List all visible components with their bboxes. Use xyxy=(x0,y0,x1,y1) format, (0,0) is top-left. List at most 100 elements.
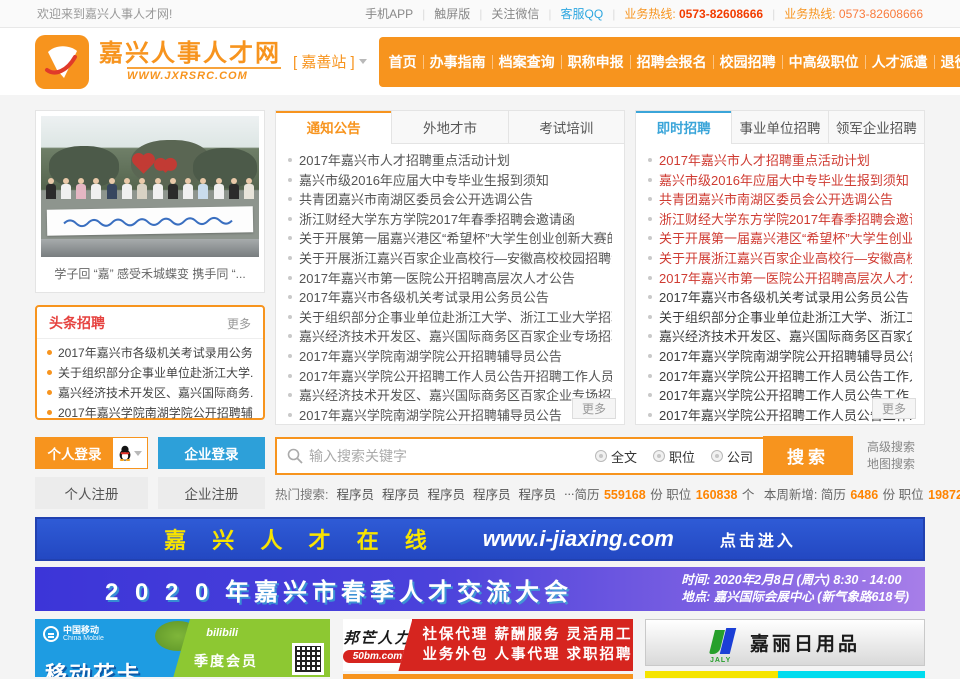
stat-week-resume-count: 6486 xyxy=(850,488,878,502)
personal-login-button[interactable]: 个人登录 xyxy=(36,438,113,468)
china-mobile-name-en: China Mobile xyxy=(63,635,104,642)
notice-panel: 通知公告 外地才市 考试培训 2017年嘉兴市人才招聘重点活动计划 嘉兴市级20… xyxy=(275,110,625,425)
tab-instant-jobs[interactable]: 即时招聘 xyxy=(636,111,731,144)
scope-fulltext[interactable]: 全文 xyxy=(595,447,637,466)
search-input[interactable] xyxy=(309,441,595,471)
hot-term[interactable]: 程序员 xyxy=(519,484,557,503)
qq-service-link[interactable]: 客服QQ xyxy=(561,5,604,22)
qq-login-dropdown[interactable] xyxy=(113,438,147,468)
job-item[interactable]: 嘉兴市级2016年应届大中专毕业生报到须知 xyxy=(648,171,912,191)
notice-item[interactable]: 2017年嘉兴学院公开招聘工作人员公告开招聘工作人员公告开... xyxy=(288,367,612,387)
notice-item[interactable]: 共青团嘉兴市南湖区委员会公开选调公告 xyxy=(288,190,612,210)
job-item[interactable]: 2017年嘉兴学院公开招聘工作人员公告工作人员... xyxy=(648,367,912,387)
tab-notices[interactable]: 通知公告 xyxy=(276,111,391,144)
scope-position[interactable]: 职位 xyxy=(653,447,695,466)
jobs-panel: 即时招聘 事业单位招聘 领军企业招聘 2017年嘉兴市人才招聘重点活动计划 嘉兴… xyxy=(635,110,925,425)
radio-position[interactable] xyxy=(653,450,665,462)
notice-item[interactable]: 2017年嘉兴学院南湖学院公开招聘辅导员公告 xyxy=(288,347,612,367)
banner-jiaxing-talent-online[interactable]: 嘉 兴 人 才 在 线 www.i-jiaxing.com 点击进入 xyxy=(35,517,925,561)
radio-fulltext[interactable] xyxy=(595,450,607,462)
station-label: [ 嘉善站 ] xyxy=(293,51,355,72)
news-photo-card[interactable]: 学子回 “嘉” 感受禾城蝶变 携手同 “... xyxy=(35,110,265,293)
search-row: 全文 职位 公司 搜索 高级搜索 地 xyxy=(275,437,925,475)
touch-version-link[interactable]: 触屏版 xyxy=(434,5,470,22)
notice-item[interactable]: 2017年嘉兴市人才招聘重点活动计划 xyxy=(288,151,612,171)
company-register-button[interactable]: 企业注册 xyxy=(158,477,265,509)
company-login-button[interactable]: 企业登录 xyxy=(158,437,265,469)
job-item[interactable]: 共青团嘉兴市南湖区委员会公开选调公告 xyxy=(648,190,912,210)
ad-china-mobile[interactable]: 中国移动 China Mobile bilibili 季度会员 移动花卡 xyxy=(35,619,330,677)
job-item[interactable]: 浙江财经大学东方学院2017年春季招聘会邀请函 xyxy=(648,210,912,230)
divider: | xyxy=(772,7,775,21)
brand-block[interactable]: 嘉兴人事人才网 WWW.JXRSRC.COM xyxy=(99,41,281,82)
nav-senior-jobs[interactable]: 中高级职位 xyxy=(783,52,865,72)
divider: | xyxy=(548,7,551,21)
ad-jaly[interactable]: JALY 嘉丽日用品 xyxy=(645,619,925,678)
headline-more-link[interactable]: 更多 xyxy=(227,315,251,332)
tab-leading-company-jobs[interactable]: 领军企业招聘 xyxy=(828,111,924,143)
jobs-more-button[interactable]: 更多 xyxy=(872,398,916,419)
notice-item[interactable]: 2017年嘉兴学院南湖学院公开招聘辅导员公告 xyxy=(288,406,612,426)
hot-term[interactable]: 程序员 xyxy=(336,484,374,503)
notice-item[interactable]: 嘉兴市级2016年应届大中专毕业生报到须知 xyxy=(288,171,612,191)
job-item[interactable]: 嘉兴经济技术开发区、嘉兴国际商务区百家企业专... xyxy=(648,327,912,347)
nav-title-declare[interactable]: 职称申报 xyxy=(562,52,630,72)
hot-term-ellipsis[interactable]: ... xyxy=(564,484,574,503)
notice-item[interactable]: 嘉兴经济技术开发区、嘉兴国际商务区百家企业专场招聘会公告 xyxy=(288,386,612,406)
job-item[interactable]: 2017年嘉兴学院南湖学院公开招聘辅导员公告 xyxy=(648,347,912,367)
advanced-search-link[interactable]: 高级搜索 xyxy=(867,439,915,456)
scope-company[interactable]: 公司 xyxy=(711,447,753,466)
nav-jobfair[interactable]: 招聘会报名 xyxy=(631,52,713,72)
site-stats: 简历 559168 份 职位 160838 个 本周新增: 简历 6486 份 … xyxy=(574,484,960,503)
ad-bangmang-body: 邦芒人力 50bm.com 社保代理 薪酬服务 灵活用工 业务外包 人事代理 求… xyxy=(343,619,633,671)
hot-term[interactable]: 程序员 xyxy=(428,484,466,503)
nav-archive[interactable]: 档案查询 xyxy=(493,52,561,72)
site-logo[interactable] xyxy=(35,35,89,89)
job-item[interactable]: 2017年嘉兴市人才招聘重点活动计划 xyxy=(648,151,912,171)
notice-item[interactable]: 2017年嘉兴市各级机关考试录用公务员公告 xyxy=(288,288,612,308)
notice-item[interactable]: 关于组织部分企事业单位赴浙江大学、浙江工业大学招聘人才的... xyxy=(288,308,612,328)
job-item[interactable]: 2017年嘉兴市各级机关考试录用公务员公告 xyxy=(648,288,912,308)
stat-week-job-count: 19872 xyxy=(928,488,960,502)
tab-public-institution-jobs[interactable]: 事业单位招聘 xyxy=(731,111,827,143)
notice-item[interactable]: 关于开展第一届嘉兴港区“希望杯”大学生创业创新大赛的通知 xyxy=(288,229,612,249)
headline-item[interactable]: 2017年嘉兴学院南湖学院公开招聘辅... xyxy=(47,403,253,423)
wechat-link[interactable]: 关注微信 xyxy=(491,5,539,22)
photo-caption[interactable]: 学子回 “嘉” 感受禾城蝶变 携手同 “... xyxy=(41,257,259,282)
stat-job-count: 160838 xyxy=(696,488,738,502)
hot-term[interactable]: 程序员 xyxy=(473,484,511,503)
job-item[interactable]: 关于开展第一届嘉兴港区“希望杯”大学生创业创... xyxy=(648,229,912,249)
search-button[interactable]: 搜索 xyxy=(763,436,853,474)
notice-item[interactable]: 关于开展浙江嘉兴百家企业高校行—安徽高校校园招聘活动的通... xyxy=(288,249,612,269)
station-selector[interactable]: [ 嘉善站 ] xyxy=(293,51,367,72)
hotline-number: 0573-82608666 xyxy=(679,7,763,21)
nav-veterans[interactable]: 退役军人招聘 xyxy=(935,52,960,72)
headline-item[interactable]: 2017年嘉兴市各级机关考试录用公务... xyxy=(47,343,253,363)
nav-home[interactable]: 首页 xyxy=(383,52,423,72)
nav-campus[interactable]: 校园招聘 xyxy=(714,52,782,72)
nav-guide[interactable]: 办事指南 xyxy=(424,52,492,72)
notice-item[interactable]: 浙江财经大学东方学院2017年春季招聘会邀请函 xyxy=(288,210,612,230)
notice-more-button[interactable]: 更多 xyxy=(572,398,616,419)
notice-item[interactable]: 嘉兴经济技术开发区、嘉兴国际商务区百家企业专场招聘会公告 xyxy=(288,327,612,347)
tab-outoftown-market[interactable]: 外地才市 xyxy=(391,111,507,143)
hotline-label: 业务热线: xyxy=(624,7,675,21)
headline-item[interactable]: 嘉兴经济技术开发区、嘉兴国际商务... xyxy=(47,383,253,403)
map-search-link[interactable]: 地图搜索 xyxy=(867,456,915,473)
personal-register-button[interactable]: 个人注册 xyxy=(35,477,148,509)
headline-item[interactable]: 关于组织部分企事业单位赴浙江大学... xyxy=(47,363,253,383)
china-mobile-icon xyxy=(43,626,59,642)
notice-item[interactable]: 2017年嘉兴市第一医院公开招聘高层次人才公告 xyxy=(288,269,612,289)
tab-exam-training[interactable]: 考试培训 xyxy=(508,111,624,143)
headline-list: 2017年嘉兴市各级机关考试录用公务... 关于组织部分企事业单位赴浙江大学..… xyxy=(37,339,263,427)
nav-dispatch[interactable]: 人才派遣 xyxy=(866,52,934,72)
job-item[interactable]: 关于组织部分企事业单位赴浙江大学、浙江工业大... xyxy=(648,308,912,328)
ad-bangmang[interactable]: 邦芒人力 50bm.com 社保代理 薪酬服务 灵活用工 业务外包 人事代理 求… xyxy=(343,619,633,679)
mobile-app-link[interactable]: 手机APP xyxy=(365,5,413,22)
job-item[interactable]: 2017年嘉兴市第一医院公开招聘高层次人才公告 xyxy=(648,269,912,289)
banner-spring-jobfair-2020[interactable]: 2 0 2 0 年嘉兴市春季人才交流大会 时间: 2020年2月8日 (周六) … xyxy=(35,567,925,611)
radio-company[interactable] xyxy=(711,450,723,462)
job-item[interactable]: 关于开展浙江嘉兴百家企业高校行—安徽高校校园... xyxy=(648,249,912,269)
ad-strip-yellow-cyan xyxy=(645,671,925,678)
hot-term[interactable]: 程序员 xyxy=(382,484,420,503)
